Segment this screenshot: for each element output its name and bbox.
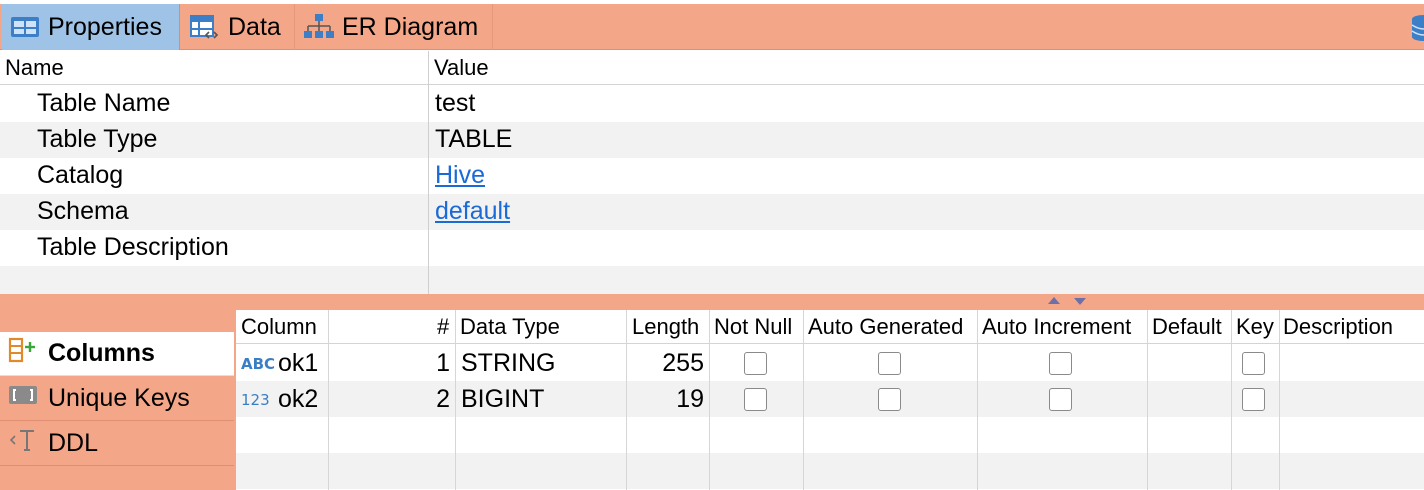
property-row-table-description[interactable]: Table Description bbox=[0, 230, 1424, 266]
auto-increment-checkbox[interactable] bbox=[1049, 352, 1072, 375]
column-separator[interactable] bbox=[455, 310, 456, 490]
table-grid-icon bbox=[10, 15, 40, 39]
columns-table: Column # Data Type Length Not Null Auto … bbox=[236, 310, 1424, 490]
property-name: Table Type bbox=[37, 125, 158, 153]
table-row[interactable]: ABC ok1 1 STRING 255 bbox=[236, 345, 1424, 381]
properties-grid: Name Value Table Name test Table Type TA… bbox=[0, 51, 1424, 294]
header-key[interactable]: Key bbox=[1236, 314, 1274, 340]
property-row-table-type[interactable]: Table Type TABLE bbox=[0, 122, 1424, 158]
sidetab-columns[interactable]: Columns bbox=[0, 332, 234, 376]
column-name[interactable]: ok2 bbox=[278, 385, 318, 414]
tab-properties-label: Properties bbox=[48, 12, 162, 41]
column-separator[interactable] bbox=[328, 310, 329, 490]
column-separator[interactable] bbox=[977, 310, 978, 490]
table-row[interactable]: 123 ok2 2 BIGINT 19 bbox=[236, 381, 1424, 417]
property-name: Table Name bbox=[37, 89, 171, 117]
tab-properties[interactable]: Properties bbox=[2, 4, 180, 50]
header-not-null[interactable]: Not Null bbox=[714, 314, 792, 340]
header-auto-increment[interactable]: Auto Increment bbox=[982, 314, 1131, 340]
number-type-icon: 123 bbox=[241, 391, 270, 409]
property-row-catalog[interactable]: Catalog Hive bbox=[0, 158, 1424, 194]
property-value[interactable]: test bbox=[435, 89, 475, 118]
property-name: Catalog bbox=[37, 161, 124, 189]
column-data-type[interactable]: BIGINT bbox=[461, 385, 544, 414]
header-name[interactable]: Name bbox=[5, 55, 64, 81]
header-description[interactable]: Description bbox=[1283, 314, 1393, 340]
auto-generated-checkbox[interactable] bbox=[878, 352, 901, 375]
header-column[interactable]: Column bbox=[241, 314, 317, 340]
column-separator[interactable] bbox=[803, 310, 804, 490]
column-divider[interactable] bbox=[428, 51, 429, 294]
side-tab-strip: Columns Unique Keys DDL bbox=[0, 310, 236, 490]
column-separator[interactable] bbox=[709, 310, 710, 490]
property-name: Table Description bbox=[37, 233, 229, 261]
not-null-checkbox[interactable] bbox=[744, 388, 767, 411]
property-row-table-name[interactable]: Table Name test bbox=[0, 86, 1424, 122]
header-length[interactable]: Length bbox=[632, 314, 699, 340]
property-name: Schema bbox=[37, 197, 129, 225]
column-length[interactable]: 255 bbox=[626, 349, 704, 378]
string-type-icon: ABC bbox=[241, 355, 276, 373]
table-row-empty bbox=[236, 453, 1424, 489]
header-auto-generated[interactable]: Auto Generated bbox=[808, 314, 963, 340]
column-name[interactable]: ok1 bbox=[278, 349, 318, 378]
data-grid-icon bbox=[190, 14, 220, 40]
auto-generated-checkbox[interactable] bbox=[878, 388, 901, 411]
property-row-empty bbox=[0, 266, 1424, 294]
tab-data-label: Data bbox=[228, 12, 281, 41]
unique-key-icon bbox=[8, 383, 38, 414]
header-default[interactable]: Default bbox=[1152, 314, 1222, 340]
property-row-schema[interactable]: Schema default bbox=[0, 194, 1424, 230]
editor-tab-bar: Properties Data ER Diagram bbox=[0, 4, 1424, 50]
header-data-type[interactable]: Data Type bbox=[460, 314, 560, 340]
sidetab-ddl-label: DDL bbox=[48, 429, 99, 457]
column-separator[interactable] bbox=[1147, 310, 1148, 490]
sidetab-unique-keys-label: Unique Keys bbox=[48, 384, 190, 412]
column-length[interactable]: 19 bbox=[626, 385, 704, 414]
columns-add-icon bbox=[8, 337, 38, 370]
tab-er-diagram[interactable]: ER Diagram bbox=[296, 4, 493, 50]
ddl-icon bbox=[8, 427, 38, 460]
column-separator[interactable] bbox=[626, 310, 627, 490]
sidetab-ddl[interactable]: DDL bbox=[0, 422, 234, 466]
not-null-checkbox[interactable] bbox=[744, 352, 767, 375]
column-number: 1 bbox=[436, 349, 450, 377]
auto-increment-checkbox[interactable] bbox=[1049, 388, 1072, 411]
tab-er-diagram-label: ER Diagram bbox=[342, 12, 479, 41]
key-checkbox[interactable] bbox=[1242, 352, 1265, 375]
property-value[interactable]: TABLE bbox=[435, 125, 512, 154]
collapse-up-icon[interactable] bbox=[1048, 297, 1060, 304]
database-icon[interactable] bbox=[1410, 14, 1424, 42]
collapse-down-icon[interactable] bbox=[1074, 298, 1086, 305]
column-separator[interactable] bbox=[1279, 310, 1280, 490]
schema-link[interactable]: default bbox=[435, 197, 510, 226]
tab-data[interactable]: Data bbox=[182, 4, 295, 50]
table-row-empty bbox=[236, 417, 1424, 453]
sidetab-unique-keys[interactable]: Unique Keys bbox=[0, 377, 234, 421]
properties-header: Name Value bbox=[0, 51, 1424, 85]
sidetab-columns-label: Columns bbox=[48, 339, 155, 367]
column-number: 2 bbox=[436, 385, 450, 413]
columns-header: Column # Data Type Length Not Null Auto … bbox=[236, 310, 1424, 344]
column-data-type[interactable]: STRING bbox=[461, 349, 555, 378]
catalog-link[interactable]: Hive bbox=[435, 161, 485, 190]
header-value[interactable]: Value bbox=[434, 55, 489, 81]
column-separator[interactable] bbox=[1231, 310, 1232, 490]
er-diagram-icon bbox=[304, 13, 334, 41]
panel-splitter[interactable] bbox=[0, 294, 1424, 310]
key-checkbox[interactable] bbox=[1242, 388, 1265, 411]
header-number[interactable]: # bbox=[437, 314, 449, 340]
